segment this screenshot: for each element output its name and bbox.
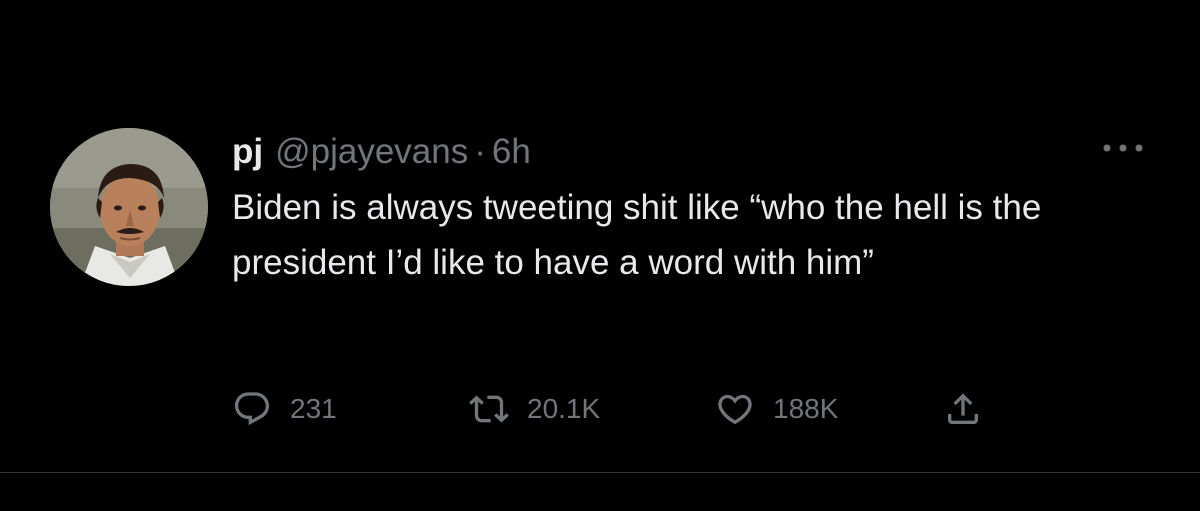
retweet-icon <box>469 389 509 429</box>
more-horizontal-icon <box>1103 144 1143 152</box>
reply-icon <box>232 389 272 429</box>
avatar-photo <box>50 128 208 286</box>
reply-button[interactable]: 231 <box>232 389 469 429</box>
share-icon <box>943 389 983 429</box>
tweet: pj @pjayevans · 6h Biden is always tweet… <box>0 0 1200 511</box>
separator-dot: · <box>474 132 486 171</box>
reply-count: 231 <box>290 393 337 424</box>
tweet-header: pj @pjayevans · 6h <box>232 130 1162 174</box>
retweet-count: 20.1K <box>527 393 601 424</box>
author-name[interactable]: pj <box>232 130 263 174</box>
tweet-actions: 231 20.1K 188K <box>232 386 983 432</box>
author-handle[interactable]: @pjayevans <box>275 130 468 174</box>
more-options-button[interactable] <box>1100 138 1146 158</box>
tweet-timestamp[interactable]: 6h <box>492 130 531 174</box>
divider <box>0 472 1200 473</box>
tweet-text: Biden is always tweeting shit like “who … <box>232 188 1042 282</box>
share-button[interactable] <box>943 389 983 429</box>
like-count: 188K <box>773 393 839 424</box>
like-button[interactable]: 188K <box>715 389 943 429</box>
retweet-button[interactable]: 20.1K <box>469 389 715 429</box>
tweet-content: pj @pjayevans · 6h Biden is always tweet… <box>232 130 1162 290</box>
heart-icon <box>715 389 755 429</box>
avatar[interactable] <box>50 128 208 286</box>
